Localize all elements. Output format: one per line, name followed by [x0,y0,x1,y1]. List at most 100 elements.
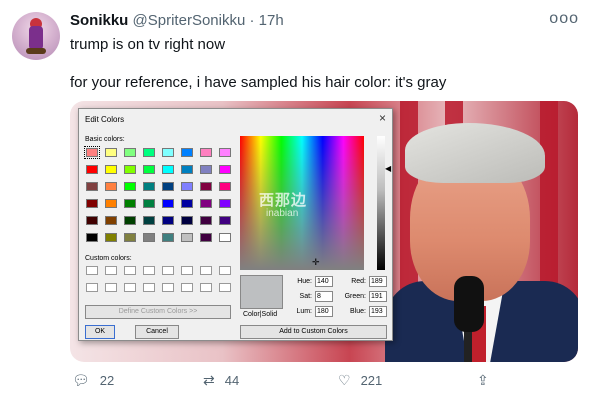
sat-field[interactable]: 8 [315,291,333,302]
hue-field[interactable]: 140 [315,276,333,287]
tweet-text-line-1: trump is on tv right now [70,36,226,53]
color-swatch[interactable] [181,165,193,174]
color-swatch[interactable] [105,199,117,208]
color-swatch[interactable] [181,233,193,242]
color-swatch[interactable] [124,148,136,157]
retweet-button[interactable]: ⇄ 44 [203,372,239,389]
color-swatch[interactable] [162,233,174,242]
custom-color-slot[interactable] [143,266,155,275]
color-swatch[interactable] [219,233,231,242]
color-swatch[interactable] [86,233,98,242]
color-swatch[interactable] [219,216,231,225]
color-swatch[interactable] [162,199,174,208]
color-swatch[interactable] [124,182,136,191]
user-handle[interactable]: @SpriterSonikku [133,12,246,29]
edit-colors-dialog: Edit Colors × Basic colors: Custom color… [78,108,393,341]
color-swatch[interactable] [143,216,155,225]
custom-color-slot[interactable] [219,283,231,292]
luminosity-slider[interactable] [377,136,385,270]
cancel-button[interactable]: Cancel [135,325,179,339]
color-swatch[interactable] [143,233,155,242]
lum-field[interactable]: 180 [315,306,333,317]
color-swatch[interactable] [200,182,212,191]
color-swatch[interactable] [200,199,212,208]
color-swatch[interactable] [181,182,193,191]
color-swatch[interactable] [162,165,174,174]
more-options-icon[interactable]: ooo [549,10,579,28]
custom-color-slot[interactable] [200,283,212,292]
color-swatch[interactable] [181,216,193,225]
add-to-custom-colors-button[interactable]: Add to Custom Colors [240,325,387,339]
green-field[interactable]: 191 [369,291,387,302]
timestamp[interactable]: 17h [259,12,284,29]
hue-label: Hue: [297,278,312,285]
avatar[interactable] [12,12,60,60]
custom-color-slot[interactable] [124,283,136,292]
color-swatch[interactable] [219,199,231,208]
color-swatch[interactable] [124,165,136,174]
color-swatch[interactable] [219,148,231,157]
color-swatch[interactable] [181,148,193,157]
custom-color-slot[interactable] [105,266,117,275]
custom-color-slot[interactable] [162,266,174,275]
color-swatch[interactable] [124,199,136,208]
reply-button[interactable]: 💬︎ 22 [72,372,114,389]
color-swatch[interactable] [200,216,212,225]
color-swatch[interactable] [124,216,136,225]
define-custom-colors-button[interactable]: Define Custom Colors >> [85,305,231,319]
color-swatch[interactable] [162,216,174,225]
display-name[interactable]: Sonikku [70,12,128,29]
share-button[interactable]: ⇪ [477,372,489,389]
tweet-actions: 💬︎ 22 ⇄ 44 ♡ 221 ⇪ [0,372,597,392]
color-swatch[interactable] [86,199,98,208]
color-swatch[interactable] [143,148,155,157]
custom-color-slot[interactable] [181,266,193,275]
color-swatch[interactable] [124,233,136,242]
like-button[interactable]: ♡ 221 [338,372,382,389]
custom-color-slot[interactable] [162,283,174,292]
custom-color-slot[interactable] [86,283,98,292]
custom-color-slot[interactable] [105,283,117,292]
color-swatch[interactable] [200,165,212,174]
custom-color-slot[interactable] [219,266,231,275]
color-swatch[interactable] [105,216,117,225]
color-swatch[interactable] [219,182,231,191]
color-swatch[interactable] [143,165,155,174]
color-swatch[interactable] [84,146,100,159]
color-swatch[interactable] [86,216,98,225]
color-swatch[interactable] [200,233,212,242]
blue-label: Blue: [350,308,366,315]
ok-button[interactable]: OK [85,325,115,339]
color-swatch[interactable] [143,182,155,191]
heart-icon: ♡ [338,372,351,388]
color-swatch[interactable] [105,165,117,174]
sat-label: Sat: [299,293,312,300]
color-swatch[interactable] [86,182,98,191]
red-field[interactable]: 189 [369,276,387,287]
color-swatch[interactable] [86,165,98,174]
color-swatch[interactable] [162,148,174,157]
slider-arrow-icon[interactable]: ◀ [385,164,391,173]
color-swatch[interactable] [105,233,117,242]
custom-color-slot[interactable] [124,266,136,275]
color-swatch[interactable] [219,165,231,174]
color-swatch[interactable] [143,199,155,208]
lum-label: Lum: [296,308,312,315]
color-swatch[interactable] [181,199,193,208]
color-swatch[interactable] [162,182,174,191]
close-icon[interactable]: × [379,111,386,125]
blue-field[interactable]: 193 [369,306,387,317]
custom-color-slot[interactable] [143,283,155,292]
color-swatch[interactable] [105,182,117,191]
retweet-icon: ⇄ [203,372,215,388]
tweet-media-image[interactable]: Edit Colors × Basic colors: Custom color… [70,101,578,362]
tweet-text-line-2: for your reference, i have sampled his h… [70,74,447,91]
custom-color-slot[interactable] [86,266,98,275]
custom-color-slot[interactable] [200,266,212,275]
reply-count: 22 [99,373,115,388]
color-swatch[interactable] [105,148,117,157]
custom-color-slot[interactable] [181,283,193,292]
color-swatch[interactable] [200,148,212,157]
reply-icon: 💬︎ [72,372,90,388]
red-label: Red: [351,278,366,285]
